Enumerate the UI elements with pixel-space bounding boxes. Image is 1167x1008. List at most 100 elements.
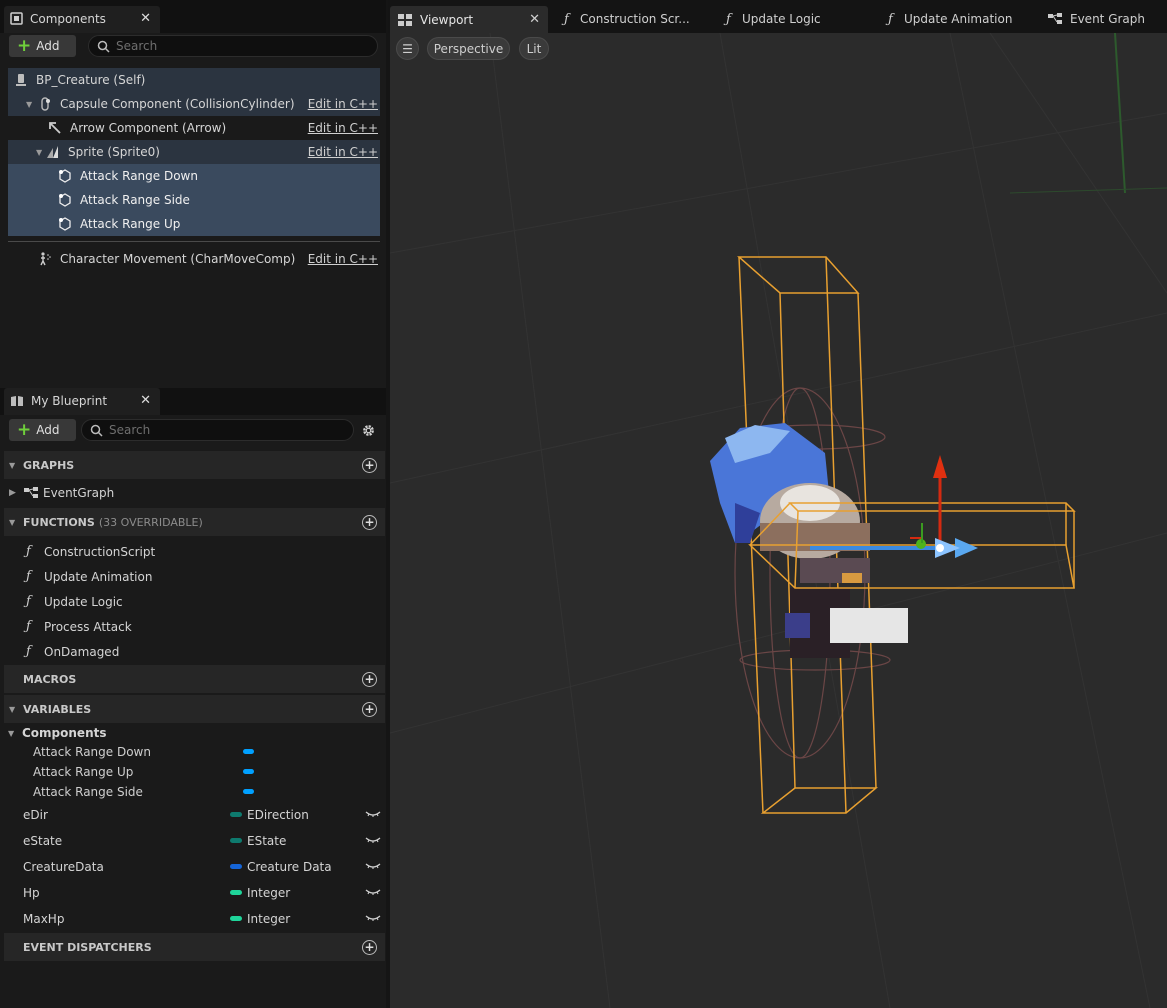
- function-item[interactable]: ƒ ConstructionScript: [4, 539, 385, 564]
- my-blueprint-tab[interactable]: My Blueprint ✕: [4, 388, 160, 415]
- edit-in-cpp-link[interactable]: Edit in C++: [308, 252, 378, 266]
- collapse-triangle-icon[interactable]: ▼: [9, 518, 19, 527]
- object-type-pill: [243, 789, 254, 794]
- object-type-pill: [243, 769, 254, 774]
- components-tab[interactable]: Components ✕: [4, 6, 160, 33]
- gear-icon[interactable]: [361, 423, 376, 438]
- tab-event-graph[interactable]: Event Graph: [1040, 6, 1167, 32]
- variable-type-pill: [230, 864, 242, 869]
- section-title: VARIABLES: [23, 702, 92, 716]
- tree-item-sprite[interactable]: ▼ Sprite (Sprite0) Edit in C++: [8, 140, 380, 164]
- tree-item-attack-range-up[interactable]: Attack Range Up: [8, 212, 380, 236]
- close-icon[interactable]: ✕: [529, 12, 540, 27]
- function-icon: ƒ: [26, 569, 31, 584]
- add-component-button[interactable]: + Add: [9, 35, 76, 57]
- tab-label: Update Logic: [742, 12, 821, 26]
- expand-triangle-icon[interactable]: ▼: [26, 100, 36, 109]
- closed-eye-icon[interactable]: [365, 808, 381, 820]
- variables-section-header[interactable]: ▼ VARIABLES +: [4, 695, 385, 723]
- functions-section-header[interactable]: ▼ FUNCTIONS (33 OVERRIDABLE) +: [4, 508, 385, 536]
- tree-item-label: Attack Range Up: [80, 217, 181, 231]
- viewport-options-button[interactable]: ☰: [396, 37, 419, 60]
- edit-in-cpp-link[interactable]: Edit in C++: [308, 97, 378, 111]
- variable-item[interactable]: CreatureData Creature Data: [4, 854, 385, 880]
- object-type-pill: [243, 749, 254, 754]
- variable-name: Attack Range Down: [33, 745, 151, 759]
- tab-viewport[interactable]: Viewport ✕: [390, 6, 548, 33]
- variable-type: Integer: [247, 886, 291, 900]
- tree-item-attack-range-side[interactable]: Attack Range Side: [8, 188, 380, 212]
- add-function-icon[interactable]: +: [362, 514, 377, 530]
- tree-item-attack-range-down[interactable]: Attack Range Down: [8, 164, 380, 188]
- function-icon: ƒ: [564, 11, 569, 27]
- collapse-triangle-icon[interactable]: ▼: [9, 461, 19, 470]
- expand-triangle-icon[interactable]: ▶: [9, 488, 19, 498]
- graphs-section-header[interactable]: ▼ GRAPHS +: [4, 451, 385, 479]
- book-icon: [11, 396, 23, 406]
- close-icon[interactable]: ✕: [140, 393, 151, 408]
- variable-type: EDirection: [247, 808, 309, 822]
- viewport[interactable]: ☰ Perspective Lit: [390, 33, 1167, 1008]
- function-item[interactable]: ƒ Process Attack: [4, 614, 385, 639]
- components-tab-label: Components: [30, 12, 106, 26]
- add-dispatcher-icon[interactable]: +: [362, 939, 377, 955]
- function-item[interactable]: ƒ Update Animation: [4, 564, 385, 589]
- perspective-button[interactable]: Perspective: [427, 37, 510, 60]
- variable-item[interactable]: Attack Range Up: [4, 762, 385, 782]
- tree-item-label: BP_Creature (Self): [36, 73, 146, 87]
- variable-item[interactable]: eDir EDirection: [4, 802, 385, 828]
- lit-view-mode-button[interactable]: Lit: [519, 37, 549, 60]
- add-macro-icon[interactable]: +: [362, 671, 377, 687]
- components-search-input[interactable]: [116, 39, 340, 53]
- closed-eye-icon[interactable]: [365, 860, 381, 872]
- close-icon[interactable]: ✕: [140, 11, 151, 26]
- tree-item-self[interactable]: BP_Creature (Self): [8, 68, 380, 92]
- collapse-triangle-icon[interactable]: ▼: [8, 729, 18, 738]
- add-blueprint-item-button[interactable]: + Add: [9, 419, 76, 441]
- tree-item-arrow[interactable]: Arrow Component (Arrow) Edit in C++: [8, 116, 380, 140]
- event-graph-icon: [24, 486, 38, 498]
- variable-item[interactable]: MaxHp Integer: [4, 906, 385, 932]
- blueprint-search-input[interactable]: [109, 423, 320, 437]
- tab-update-logic[interactable]: ƒ Update Logic: [718, 6, 868, 32]
- function-icon: ƒ: [26, 644, 31, 659]
- character-movement-icon: [40, 252, 51, 266]
- edit-in-cpp-link[interactable]: Edit in C++: [308, 121, 378, 135]
- box-collision-icon: [59, 217, 71, 231]
- variable-item[interactable]: Attack Range Side: [4, 782, 385, 802]
- expand-triangle-icon[interactable]: ▼: [36, 148, 46, 157]
- closed-eye-icon[interactable]: [365, 912, 381, 924]
- variable-name: CreatureData: [23, 860, 104, 874]
- blueprint-search[interactable]: [81, 419, 354, 441]
- closed-eye-icon[interactable]: [365, 886, 381, 898]
- add-graph-icon[interactable]: +: [362, 457, 377, 473]
- edit-in-cpp-link[interactable]: Edit in C++: [308, 145, 378, 159]
- function-label: ConstructionScript: [44, 544, 156, 559]
- function-item[interactable]: ƒ Update Logic: [4, 589, 385, 614]
- components-panel: Components ✕ + Add BP_Creature (Self) ▼ …: [0, 0, 386, 388]
- perspective-label: Perspective: [433, 41, 504, 56]
- collapse-triangle-icon[interactable]: ▼: [9, 705, 19, 714]
- variable-item[interactable]: eState EState: [4, 828, 385, 854]
- components-search[interactable]: [88, 35, 378, 57]
- tree-item-character-movement[interactable]: Character Movement (CharMoveComp) Edit i…: [8, 247, 380, 271]
- tree-item-capsule[interactable]: ▼ Capsule Component (CollisionCylinder) …: [8, 92, 380, 116]
- macros-section-header[interactable]: MACROS +: [4, 665, 385, 693]
- variable-item[interactable]: Hp Integer: [4, 880, 385, 906]
- event-dispatchers-section-header[interactable]: EVENT DISPATCHERS +: [4, 933, 385, 961]
- variable-type: EState: [247, 834, 287, 848]
- closed-eye-icon[interactable]: [365, 834, 381, 846]
- variable-name: eState: [23, 834, 63, 848]
- tab-update-animation[interactable]: ƒ Update Animation: [880, 6, 1030, 32]
- function-item[interactable]: ƒ OnDamaged: [4, 639, 385, 664]
- tab-label: Update Animation: [904, 12, 1013, 26]
- graph-item-eventgraph[interactable]: ▶ EventGraph: [4, 480, 385, 505]
- variable-item[interactable]: Attack Range Down: [4, 742, 385, 762]
- add-label: Add: [36, 423, 60, 437]
- add-variable-icon[interactable]: +: [362, 701, 377, 717]
- tree-item-label: Attack Range Side: [80, 193, 190, 207]
- tab-construction-script[interactable]: ƒ Construction Scr...: [556, 6, 706, 32]
- creature-sprite: [710, 423, 908, 658]
- variable-category-components[interactable]: ▼ Components: [4, 724, 107, 742]
- variable-name: MaxHp: [23, 912, 65, 926]
